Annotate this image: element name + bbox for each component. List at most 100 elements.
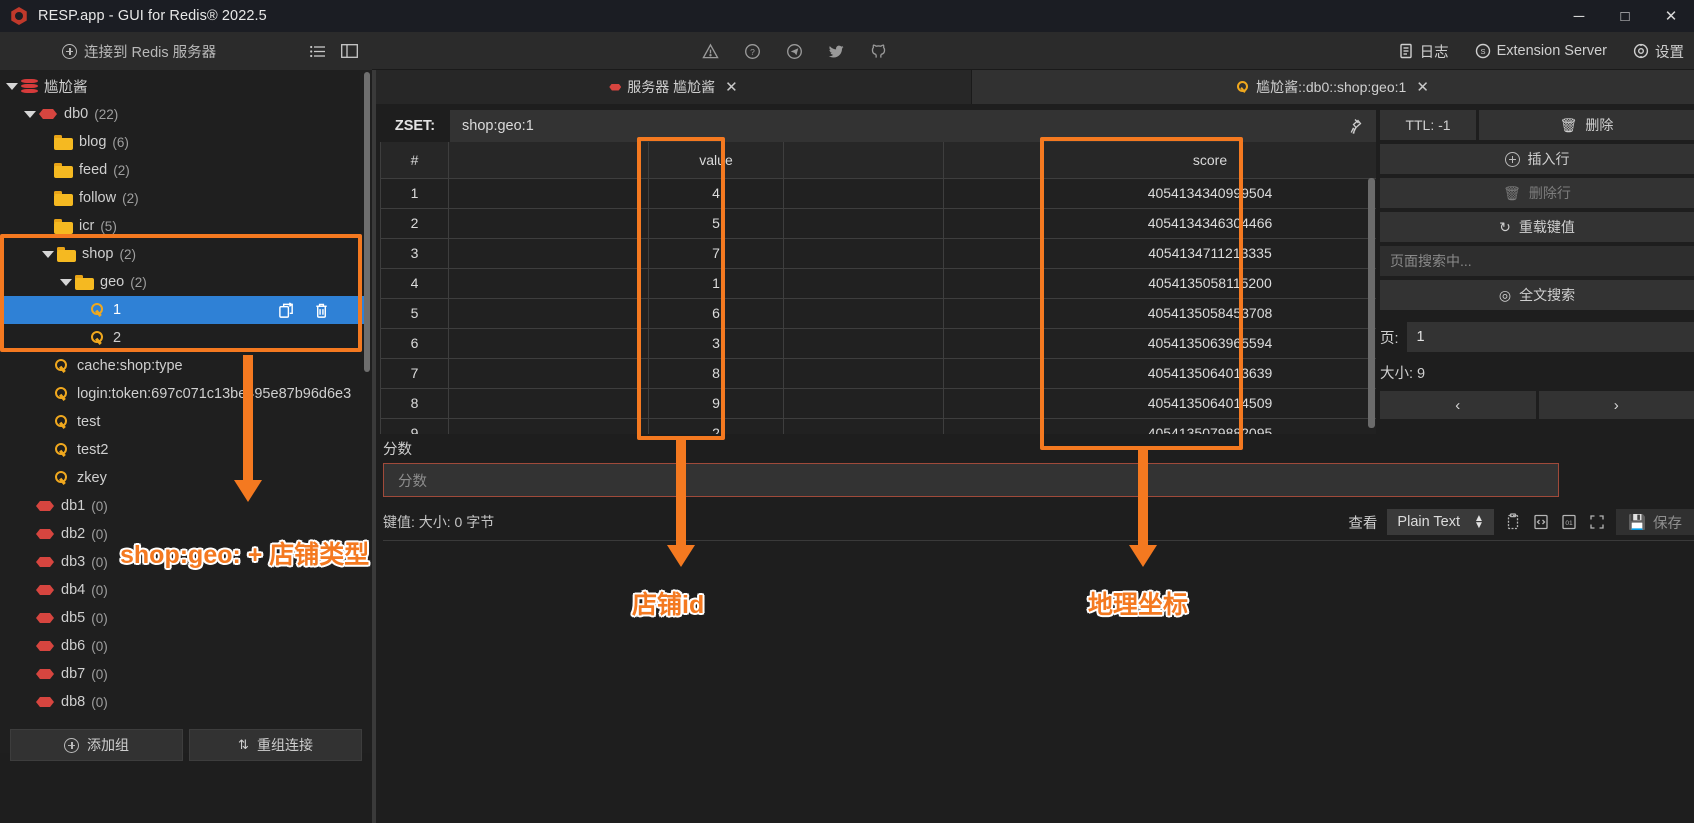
- table-row[interactable]: 3 7 4054134711213335: [380, 237, 1376, 269]
- col-header-score[interactable]: score: [1043, 142, 1376, 179]
- delete-key-button[interactable]: 🗑 删除: [1479, 110, 1694, 140]
- cell-pad-2[interactable]: [783, 267, 944, 299]
- twitter-icon[interactable]: [826, 41, 846, 61]
- sidebar-scrollbar[interactable]: [364, 72, 370, 372]
- chevron-down-icon[interactable]: [24, 110, 36, 118]
- maximize-button[interactable]: □: [1602, 0, 1648, 32]
- prev-page-button[interactable]: ‹: [1380, 391, 1536, 419]
- cell-pad-2[interactable]: [783, 207, 944, 239]
- cell-pad-3[interactable]: [943, 417, 1044, 434]
- cell-pad-2[interactable]: [783, 357, 944, 389]
- cell-pad-3[interactable]: [943, 237, 1044, 269]
- zset-table-container[interactable]: # value score 1 4 4054134340999504 2 5 405413…: [380, 142, 1376, 434]
- cell-index[interactable]: 5: [380, 297, 449, 329]
- table-row[interactable]: 4 1 4054135058115200: [380, 267, 1376, 299]
- page-search-input[interactable]: 页面搜索中...: [1380, 246, 1694, 276]
- table-row[interactable]: 2 5 4054134346304466: [380, 207, 1376, 239]
- chevron-down-icon[interactable]: [42, 250, 54, 258]
- close-button[interactable]: ✕: [1648, 0, 1694, 32]
- tree-node-db6[interactable]: db6 (0): [0, 632, 366, 660]
- col-header-pad-2[interactable]: [783, 142, 944, 179]
- cell-score[interactable]: 4054135063965594: [1043, 327, 1376, 359]
- cell-pad-1[interactable]: [448, 417, 649, 434]
- tree-node-db0[interactable]: db0 (22): [0, 100, 366, 128]
- tree-node-geo[interactable]: geo (2): [0, 268, 366, 296]
- cell-pad-3[interactable]: [943, 267, 1044, 299]
- full-text-search-button[interactable]: ◎ 全文搜索: [1380, 280, 1694, 310]
- cell-index[interactable]: 2: [380, 207, 449, 239]
- list-icon[interactable]: [310, 44, 327, 59]
- cell-value[interactable]: 3: [648, 327, 784, 359]
- minimize-button[interactable]: ─: [1556, 0, 1602, 32]
- reload-value-button[interactable]: ↻ 重载键值: [1380, 212, 1694, 242]
- table-row[interactable]: 5 6 4054135058453708: [380, 297, 1376, 329]
- tree-node-db5[interactable]: db5 (0): [0, 604, 366, 632]
- tree-node-icr[interactable]: icr (5): [0, 212, 366, 240]
- cell-pad-2[interactable]: [783, 177, 944, 209]
- cell-pad-2[interactable]: [783, 417, 944, 434]
- tree-node-cache-shop-type[interactable]: cache:shop:type: [0, 352, 366, 380]
- broom-icon[interactable]: [1349, 118, 1366, 135]
- table-row[interactable]: 7 8 4054135064013639: [380, 357, 1376, 389]
- tree-node-db4[interactable]: db4 (0): [0, 576, 366, 604]
- tab-close-icon[interactable]: ✕: [1416, 78, 1429, 96]
- cell-index[interactable]: 7: [380, 357, 449, 389]
- tree-node-blog[interactable]: blog (6): [0, 128, 366, 156]
- cell-pad-1[interactable]: [448, 357, 649, 389]
- tree-node-test2[interactable]: test2: [0, 436, 366, 464]
- tree-node-db7[interactable]: db7 (0): [0, 660, 366, 688]
- cell-pad-2[interactable]: [783, 387, 944, 419]
- table-scrollbar[interactable]: [1368, 178, 1375, 428]
- settings-button[interactable]: 设置: [1633, 41, 1684, 62]
- cell-pad-2[interactable]: [783, 297, 944, 329]
- cell-value[interactable]: 6: [648, 297, 784, 329]
- cell-score[interactable]: 4054134711213335: [1043, 237, 1376, 269]
- cell-value[interactable]: 4: [648, 177, 784, 209]
- tree-node-db3[interactable]: db3 (0): [0, 548, 366, 576]
- cell-pad-3[interactable]: [943, 297, 1044, 329]
- cell-score[interactable]: 4054135058453708: [1043, 297, 1376, 329]
- cell-score[interactable]: 4054135058115200: [1043, 267, 1376, 299]
- cell-value[interactable]: 1: [648, 267, 784, 299]
- cell-pad-3[interactable]: [943, 387, 1044, 419]
- table-row[interactable]: 9 2 4054135079882095: [380, 417, 1376, 434]
- log-button[interactable]: 日志: [1398, 41, 1449, 62]
- key-name-field[interactable]: shop:geo:1: [450, 110, 1376, 142]
- save-button[interactable]: 💾 保存: [1615, 509, 1694, 535]
- cell-index[interactable]: 1: [380, 177, 449, 209]
- tree-node-feed[interactable]: feed (2): [0, 156, 366, 184]
- cell-pad-1[interactable]: [448, 177, 649, 209]
- cell-value[interactable]: 9: [648, 387, 784, 419]
- tree-node-shop[interactable]: shop (2): [0, 240, 366, 268]
- connect-to-redis-button[interactable]: 连接到 Redis 服务器: [62, 41, 216, 62]
- copy-icon[interactable]: [278, 301, 295, 319]
- col-header-value[interactable]: value: [648, 142, 784, 179]
- cell-score[interactable]: 4054135064013639: [1043, 357, 1376, 389]
- cell-pad-1[interactable]: [448, 237, 649, 269]
- trash-icon[interactable]: [313, 302, 330, 319]
- cell-pad-1[interactable]: [448, 327, 649, 359]
- fullscreen-icon[interactable]: [1588, 513, 1606, 531]
- cell-value[interactable]: 7: [648, 237, 784, 269]
- cell-pad-1[interactable]: [448, 387, 649, 419]
- cell-index[interactable]: 4: [380, 267, 449, 299]
- view-format-select[interactable]: Plain Text ▲ ▼: [1387, 509, 1494, 535]
- extension-server-button[interactable]: S Extension Server: [1475, 43, 1607, 59]
- table-row[interactable]: 6 3 4054135063965594: [380, 327, 1376, 359]
- delete-row-button[interactable]: 🗑 删除行: [1380, 178, 1694, 208]
- tree-node-db8[interactable]: db8 (0): [0, 688, 366, 716]
- col-header-pad-1[interactable]: [448, 142, 649, 179]
- tree-node-2[interactable]: 2: [0, 324, 366, 352]
- tree-node--[interactable]: 尴尬酱: [0, 72, 366, 100]
- cell-index[interactable]: 6: [380, 327, 449, 359]
- cell-pad-3[interactable]: [943, 327, 1044, 359]
- tree-node-1[interactable]: 1: [0, 296, 366, 324]
- insert-row-button[interactable]: 插入行: [1380, 144, 1694, 174]
- tab-server[interactable]: 服务器 尴尬酱 ✕: [376, 70, 972, 104]
- score-input[interactable]: 分数: [383, 463, 1559, 497]
- tree-node-follow[interactable]: follow (2): [0, 184, 366, 212]
- chevron-down-icon[interactable]: [6, 82, 18, 90]
- col-header-pad-3[interactable]: [943, 142, 1044, 179]
- cell-index[interactable]: 9: [380, 417, 449, 434]
- telegram-icon[interactable]: [784, 41, 804, 61]
